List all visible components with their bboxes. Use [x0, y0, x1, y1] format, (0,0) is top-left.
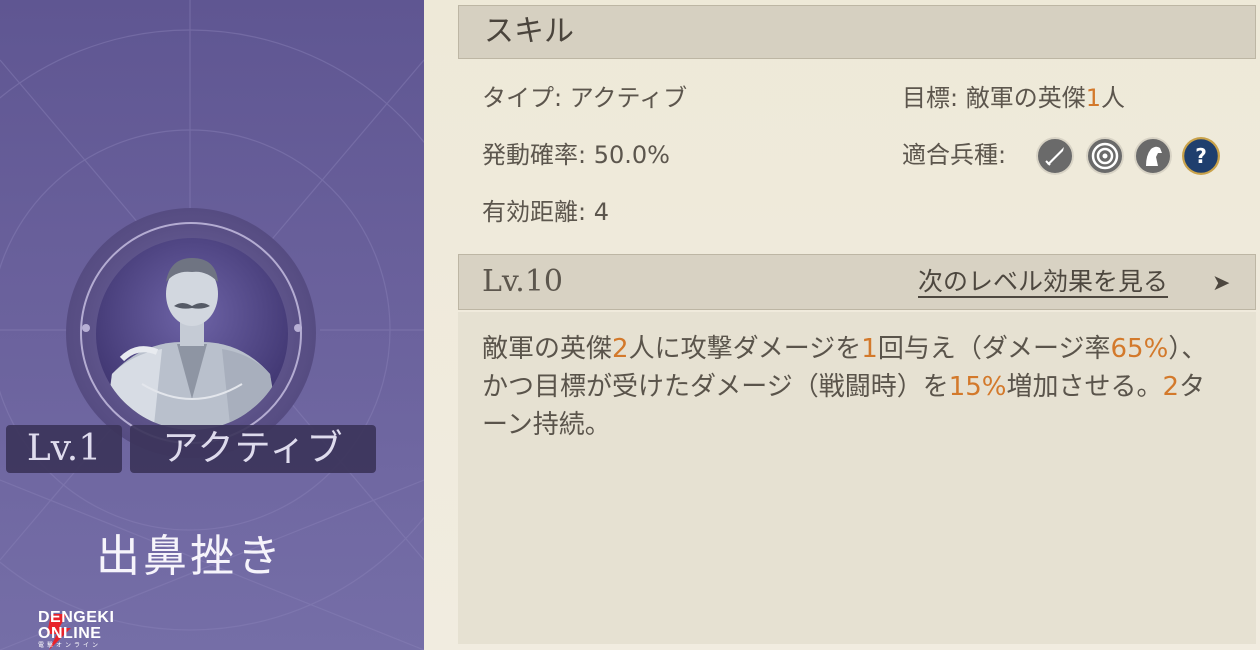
horse-icon[interactable] [1134, 137, 1172, 175]
target-info: 目標: 敵軍の英傑1人 [902, 82, 1125, 114]
target-count: 1 [1085, 84, 1101, 112]
activation-rate-info: 発動確率: 50.0% [482, 141, 670, 169]
hero-level-badge: Lv.1 [6, 425, 122, 473]
skill-level-label: Lv.10 [482, 264, 564, 299]
desc-text: 回与え（ダメージ率 [877, 334, 1111, 364]
target-suffix: 人 [1101, 84, 1125, 112]
watermark-line1: DENGEKI [38, 609, 115, 626]
skill-description: 敵軍の英傑2人に攻撃ダメージを1回与え（ダメージ率65%）、かつ目標が受けたダメ… [482, 330, 1222, 444]
chevron-right-icon[interactable]: ➤ [1212, 264, 1230, 304]
desc-number: 2 [1162, 372, 1180, 402]
desc-number: 2 [612, 334, 629, 364]
skill-name: 出鼻挫き [96, 531, 284, 582]
skill-type-info: タイプ: アクティブ [482, 84, 688, 112]
desc-number: 15% [948, 372, 1007, 402]
skill-header-title: スキル [484, 14, 574, 49]
effective-range-info: 有効距離: 4 [482, 198, 609, 226]
desc-number: 1 [861, 334, 878, 364]
skill-header-bar [458, 5, 1256, 59]
desc-number: 65% [1110, 334, 1169, 364]
unit-types-label: 適合兵種: [902, 141, 1007, 169]
desc-text: 増加させる。 [1006, 372, 1163, 402]
target-prefix: 目標: 敵軍の英傑 [902, 84, 1086, 112]
svg-text:?: ? [1195, 144, 1207, 168]
hero-portrait [82, 238, 302, 430]
desc-text: 敵軍の英傑 [482, 334, 613, 364]
desc-text: 人に攻撃ダメージを [628, 334, 862, 364]
sword-icon[interactable] [1036, 137, 1074, 175]
question-icon[interactable]: ? [1182, 137, 1220, 175]
next-level-link[interactable]: 次のレベル効果を見る [918, 264, 1168, 300]
watermark-line2: ONLINE [38, 625, 102, 642]
bow-target-icon[interactable] [1086, 137, 1124, 175]
skill-type-badge: アクティブ [130, 425, 376, 473]
watermark-line3: 電撃オンライン [38, 643, 102, 649]
